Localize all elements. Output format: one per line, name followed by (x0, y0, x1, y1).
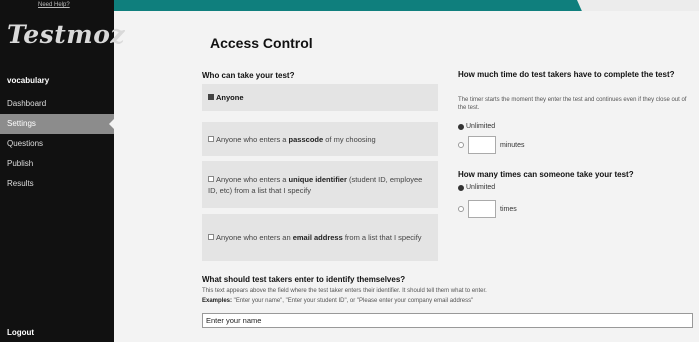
examples-text: "Enter your name", "Enter your student I… (232, 298, 474, 304)
access-option-identifier[interactable]: Anyone who enters a unique identifier (s… (202, 161, 438, 208)
times-input[interactable] (468, 200, 496, 218)
time-heading: How much time do test takers have to com… (458, 70, 675, 79)
option-text: Anyone (216, 93, 244, 102)
option-text: Anyone who enters a (216, 134, 289, 144)
attempts-unlimited-option[interactable]: Unlimited (458, 184, 495, 191)
access-option-anyone[interactable]: Anyone (202, 84, 438, 111)
option-text: from a list that I specify (342, 233, 422, 242)
test-name: vocabulary (7, 76, 50, 85)
unit-label: minutes (500, 141, 525, 149)
identify-heading: What should test takers enter to identif… (202, 275, 406, 284)
need-help-link[interactable]: Need Help? (38, 2, 70, 8)
radio-icon[interactable] (458, 142, 464, 148)
access-option-passcode[interactable]: Anyone who enters a passcode of my choos… (202, 122, 438, 156)
attempts-times-option[interactable]: times (458, 200, 517, 218)
examples-label: Examples: (202, 298, 233, 304)
sidebar-item-dashboard[interactable]: Dashboard (0, 94, 114, 114)
unit-label: times (500, 205, 517, 213)
sidebar-item-results[interactable]: Results (0, 174, 114, 194)
option-text: of my choosing (323, 134, 376, 144)
checkbox-icon[interactable] (208, 94, 214, 101)
sidebar-item-publish[interactable]: Publish (0, 154, 114, 174)
radio-label: Unlimited (466, 123, 496, 130)
identify-examples: Examples: "Enter your name", "Enter your… (202, 297, 692, 305)
time-minutes-option[interactable]: minutes (458, 136, 525, 154)
radio-label: Unlimited (466, 184, 496, 191)
checkbox-icon[interactable] (208, 175, 214, 182)
time-unlimited-option[interactable]: Unlimited (458, 123, 495, 130)
page-title: Access Control (210, 35, 313, 51)
logout-link[interactable]: Logout (7, 328, 34, 337)
identify-help: This text appears above the field where … (202, 288, 487, 294)
access-option-email[interactable]: Anyone who enters an email address from … (202, 214, 438, 261)
sidebar-item-questions[interactable]: Questions (0, 134, 114, 154)
minutes-input[interactable] (468, 136, 496, 154)
main-content: Access Control Who can take your test? A… (114, 11, 699, 342)
attempts-heading: How many times can someone take your tes… (458, 170, 634, 179)
time-help: The timer starts the moment they enter t… (458, 97, 687, 111)
radio-icon[interactable] (458, 184, 464, 191)
sidebar-nav: Dashboard Settings Questions Publish Res… (0, 94, 114, 194)
sidebar-item-settings[interactable]: Settings (0, 114, 114, 134)
option-text: Anyone who enters a (216, 174, 289, 184)
identifier-prompt-input[interactable]: Enter your name (202, 313, 693, 328)
option-keyword: passcode (288, 134, 324, 144)
checkbox-icon[interactable] (208, 234, 214, 241)
who-heading: Who can take your test? (202, 71, 295, 80)
option-keyword: unique identifier (288, 174, 347, 184)
option-text: Anyone who enters an (216, 233, 293, 242)
sidebar: Need Help? Testmoz vocabulary Dashboard … (0, 0, 125, 342)
banner-fold (577, 0, 699, 11)
radio-icon[interactable] (458, 206, 464, 212)
radio-icon[interactable] (458, 123, 464, 130)
checkbox-icon[interactable] (208, 135, 214, 142)
app-logo[interactable]: Testmoz (7, 20, 125, 49)
option-keyword: email address (292, 233, 343, 242)
